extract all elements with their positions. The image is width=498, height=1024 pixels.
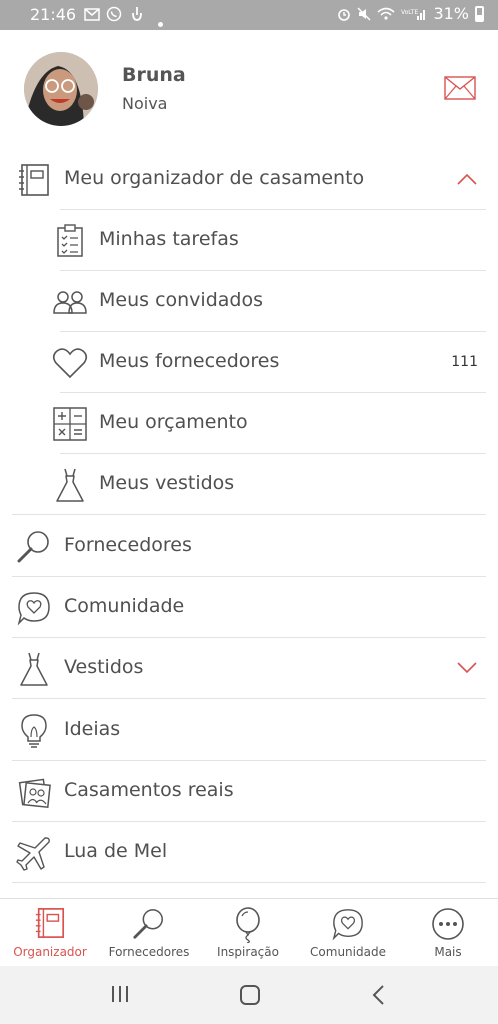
mute-icon <box>357 6 371 21</box>
divider <box>12 882 486 883</box>
chat-heart-icon <box>14 588 54 628</box>
chevron-down-icon[interactable] <box>456 660 478 679</box>
dress-icon <box>50 465 90 505</box>
status-time: 21:46 <box>30 5 77 24</box>
svg-text:VoLTE: VoLTE <box>401 9 418 16</box>
menu-organizer-label: Meu organizador de casamento <box>64 167 365 189</box>
tab-label: Organizador <box>13 945 87 959</box>
heart-icon <box>50 343 90 383</box>
menu-item-label: Meus vestidos <box>99 472 235 494</box>
messages-button[interactable] <box>444 76 476 104</box>
menu-item-lua-de-mel[interactable]: Lua de Mel <box>0 822 498 883</box>
whatsapp-icon <box>106 6 122 26</box>
menu-item-label: Vestidos <box>64 656 144 678</box>
divider <box>12 514 486 515</box>
checklist-icon <box>50 221 90 261</box>
search-icon <box>14 527 54 567</box>
menu-item-tasks[interactable]: Minhas tarefas <box>0 210 498 271</box>
notification-icon <box>130 6 144 26</box>
tab-organizador[interactable]: Organizador <box>0 899 100 967</box>
menu-item-ideias[interactable]: Ideias <box>0 700 498 761</box>
guests-icon <box>50 282 90 322</box>
mail-notification-icon <box>84 6 100 25</box>
menu-item-guests[interactable]: Meus convidados <box>0 271 498 332</box>
menu-item-label: Meus fornecedores <box>99 350 280 372</box>
profile-role: Noiva <box>122 94 168 113</box>
lightbulb-icon <box>14 711 54 751</box>
menu-item-label: Casamentos reais <box>64 779 234 801</box>
battery-icon <box>475 5 484 22</box>
menu-item-comunidade[interactable]: Comunidade <box>0 577 498 638</box>
tab-label: Inspiração <box>217 945 279 959</box>
menu-item-vendors[interactable]: Meus fornecedores 111 <box>0 332 498 393</box>
recent-apps-button[interactable] <box>110 984 130 1008</box>
planner-icon <box>14 160 54 200</box>
menu-item-label: Meus convidados <box>99 289 263 311</box>
tab-mais[interactable]: Mais <box>398 899 498 967</box>
recent-apps-icon <box>112 986 128 1002</box>
tab-label: Comunidade <box>310 945 386 959</box>
back-button[interactable] <box>370 984 386 1010</box>
status-right: VoLTE 31% <box>337 4 484 23</box>
signal-icon: VoLTE <box>401 9 426 20</box>
menu-organizer[interactable]: Meu organizador de casamento <box>0 149 498 210</box>
battery-percent: 31% <box>433 4 469 23</box>
menu-item-budget[interactable]: Meu orçamento <box>0 393 498 454</box>
divider <box>12 698 486 699</box>
photos-icon <box>14 772 54 812</box>
alarm-icon <box>338 8 351 21</box>
envelope-icon <box>444 76 476 100</box>
menu-item-fornecedores[interactable]: Fornecedores <box>0 516 498 577</box>
home-icon <box>240 985 260 1005</box>
dot-icon <box>158 12 163 31</box>
home-button[interactable] <box>239 984 261 1010</box>
menu-item-label: Lua de Mel <box>64 840 168 862</box>
tab-label: Mais <box>434 945 462 959</box>
vendors-count-badge: 111 <box>451 354 478 370</box>
profile-header: Bruna Noiva <box>0 30 498 148</box>
calculator-icon <box>50 404 90 444</box>
avatar[interactable] <box>24 52 98 126</box>
menu-item-label: Minhas tarefas <box>99 228 239 250</box>
system-navigation-bar <box>0 966 498 1024</box>
menu-item-label: Comunidade <box>64 595 185 617</box>
tab-inspiracao[interactable]: Inspiração <box>198 899 298 967</box>
chevron-up-icon[interactable] <box>456 171 478 190</box>
menu-item-label: Meu orçamento <box>99 411 248 433</box>
menu-item-vestidos[interactable]: Vestidos <box>0 638 498 699</box>
tab-label: Fornecedores <box>108 945 190 959</box>
back-icon <box>372 985 384 1005</box>
balloon-icon <box>236 907 260 943</box>
planner-icon <box>35 908 65 938</box>
dress-icon <box>14 649 54 689</box>
tab-comunidade[interactable]: Comunidade <box>298 899 398 967</box>
airplane-icon <box>14 833 54 873</box>
menu-item-dresses[interactable]: Meus vestidos <box>0 454 498 515</box>
chat-heart-icon <box>332 909 363 941</box>
bottom-navigation: Organizador Fornecedores Inspiração Comu… <box>0 898 498 966</box>
wifi-icon <box>377 7 395 20</box>
menu-item-casamentos-reais[interactable]: Casamentos reais <box>0 761 498 822</box>
search-icon <box>133 909 163 939</box>
menu-item-label: Fornecedores <box>64 534 192 556</box>
tab-fornecedores[interactable]: Fornecedores <box>99 899 199 967</box>
profile-name: Bruna <box>122 64 186 86</box>
more-icon <box>432 908 464 940</box>
menu-item-label: Ideias <box>64 718 121 740</box>
status-bar: 21:46 VoLTE 31% <box>0 0 498 30</box>
